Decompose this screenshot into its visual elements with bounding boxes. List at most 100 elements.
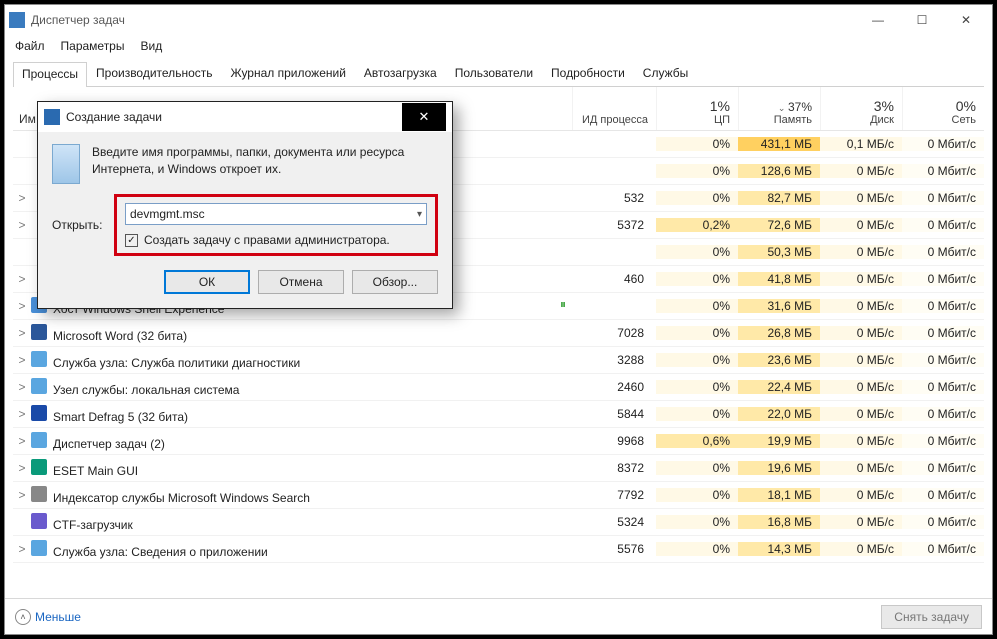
cell-disk: 0 МБ/с	[820, 326, 902, 340]
table-row[interactable]: >Microsoft Word (32 бита)70280%26,8 МБ0 …	[13, 320, 984, 347]
open-combobox[interactable]: devmgmt.msc ▾	[125, 203, 427, 225]
cell-pid: 5576	[572, 542, 656, 556]
tab-users[interactable]: Пользователи	[446, 61, 542, 86]
cell-memory: 18,1 МБ	[738, 488, 820, 502]
cell-disk: 0 МБ/с	[820, 299, 902, 313]
expand-toggle[interactable]: >	[13, 380, 31, 394]
expand-toggle[interactable]: >	[13, 326, 31, 340]
maximize-button[interactable]: ☐	[900, 6, 944, 34]
cell-network: 0 Мбит/с	[902, 191, 984, 205]
expand-toggle[interactable]: >	[13, 488, 31, 502]
menu-file[interactable]: Файл	[9, 37, 51, 55]
cell-cpu: 0%	[656, 542, 738, 556]
expand-toggle[interactable]: >	[13, 191, 31, 205]
col-memory[interactable]: ⌄ 37%Память	[738, 87, 820, 130]
cell-cpu: 0%	[656, 488, 738, 502]
cell-network: 0 Мбит/с	[902, 272, 984, 286]
cell-memory: 431,1 МБ	[738, 137, 820, 151]
menu-params[interactable]: Параметры	[55, 37, 131, 55]
col-pid[interactable]: ИД процесса	[572, 87, 656, 130]
expand-toggle[interactable]: >	[13, 461, 31, 475]
tab-processes[interactable]: Процессы	[13, 62, 87, 87]
title-bar[interactable]: Диспетчер задач — ☐ ✕	[5, 5, 992, 35]
cell-cpu: 0,6%	[656, 434, 738, 448]
minimize-button[interactable]: —	[856, 6, 900, 34]
chevron-down-icon[interactable]: ▾	[417, 209, 422, 220]
cell-cpu: 0%	[656, 326, 738, 340]
dialog-title-bar[interactable]: Создание задачи ✕	[38, 102, 452, 132]
cell-memory: 23,6 МБ	[738, 353, 820, 367]
close-button[interactable]: ✕	[944, 6, 988, 34]
task-manager-window: Диспетчер задач — ☐ ✕ Файл Параметры Вид…	[4, 4, 993, 635]
cell-disk: 0 МБ/с	[820, 542, 902, 556]
cell-disk: 0,1 МБ/с	[820, 137, 902, 151]
cell-memory: 82,7 МБ	[738, 191, 820, 205]
expand-toggle[interactable]: >	[13, 542, 31, 556]
cell-network: 0 Мбит/с	[902, 353, 984, 367]
ok-button[interactable]: ОК	[164, 270, 250, 294]
cell-cpu: 0%	[656, 245, 738, 259]
expand-toggle[interactable]: >	[13, 407, 31, 421]
col-disk[interactable]: 3%Диск	[820, 87, 902, 130]
cell-pid: 5844	[572, 407, 656, 421]
process-name: Узел службы: локальная система	[31, 378, 572, 397]
process-name: Smart Defrag 5 (32 бита)	[31, 405, 572, 424]
cell-network: 0 Мбит/с	[902, 218, 984, 232]
cell-disk: 0 МБ/с	[820, 434, 902, 448]
process-icon	[31, 459, 47, 475]
table-row[interactable]: >ESET Main GUI83720%19,6 МБ0 МБ/с0 Мбит/…	[13, 455, 984, 482]
cell-cpu: 0,2%	[656, 218, 738, 232]
cell-cpu: 0%	[656, 299, 738, 313]
tab-app-history[interactable]: Журнал приложений	[222, 61, 355, 86]
expand-toggle[interactable]: >	[13, 272, 31, 286]
cell-disk: 0 МБ/с	[820, 164, 902, 178]
window-title: Диспетчер задач	[31, 13, 856, 27]
table-row[interactable]: >Smart Defrag 5 (32 бита)58440%22,0 МБ0 …	[13, 401, 984, 428]
process-icon	[31, 324, 47, 340]
expand-toggle[interactable]: >	[13, 353, 31, 367]
cancel-button[interactable]: Отмена	[258, 270, 344, 294]
col-network[interactable]: 0%Сеть	[902, 87, 984, 130]
admin-checkbox[interactable]: ✓	[125, 234, 138, 247]
browse-button[interactable]: Обзор...	[352, 270, 438, 294]
footer-bar: ˄ Меньше Снять задачу	[5, 598, 992, 634]
dialog-close-button[interactable]: ✕	[402, 103, 446, 131]
chevron-up-icon: ˄	[15, 609, 31, 625]
cell-pid: 460	[572, 272, 656, 286]
tab-services[interactable]: Службы	[634, 61, 697, 86]
cell-disk: 0 МБ/с	[820, 191, 902, 205]
cell-memory: 22,0 МБ	[738, 407, 820, 421]
cell-network: 0 Мбит/с	[902, 488, 984, 502]
expand-toggle[interactable]: >	[13, 434, 31, 448]
expand-toggle[interactable]: >	[13, 218, 31, 232]
cell-memory: 72,6 МБ	[738, 218, 820, 232]
process-name: Индексатор службы Microsoft Windows Sear…	[31, 486, 572, 505]
fewer-details-link[interactable]: ˄ Меньше	[15, 609, 81, 625]
cell-network: 0 Мбит/с	[902, 515, 984, 529]
table-row[interactable]: >Диспетчер задач (2)99680,6%19,9 МБ0 МБ/…	[13, 428, 984, 455]
cell-cpu: 0%	[656, 164, 738, 178]
table-row[interactable]: >Служба узла: Сведения о приложении55760…	[13, 536, 984, 563]
tab-startup[interactable]: Автозагрузка	[355, 61, 446, 86]
end-task-button[interactable]: Снять задачу	[881, 605, 982, 629]
expand-toggle[interactable]: >	[13, 299, 31, 313]
table-row[interactable]: >Служба узла: Служба политики диагностик…	[13, 347, 984, 374]
table-row[interactable]: >Индексатор службы Microsoft Windows Sea…	[13, 482, 984, 509]
tab-performance[interactable]: Производительность	[87, 61, 221, 86]
cell-network: 0 Мбит/с	[902, 137, 984, 151]
table-row[interactable]: CTF-загрузчик53240%16,8 МБ0 МБ/с0 Мбит/с	[13, 509, 984, 536]
process-name: Microsoft Word (32 бита)	[31, 324, 572, 343]
cell-disk: 0 МБ/с	[820, 380, 902, 394]
process-name: Служба узла: Сведения о приложении	[31, 540, 572, 559]
tab-details[interactable]: Подробности	[542, 61, 634, 86]
table-row[interactable]: >Узел службы: локальная система24600%22,…	[13, 374, 984, 401]
cell-disk: 0 МБ/с	[820, 218, 902, 232]
admin-checkbox-label: Создать задачу с правами администратора.	[144, 233, 390, 247]
cell-network: 0 Мбит/с	[902, 299, 984, 313]
cell-memory: 16,8 МБ	[738, 515, 820, 529]
col-cpu[interactable]: 1%ЦП	[656, 87, 738, 130]
cell-memory: 128,6 МБ	[738, 164, 820, 178]
cell-cpu: 0%	[656, 272, 738, 286]
menu-view[interactable]: Вид	[134, 37, 168, 55]
cell-disk: 0 МБ/с	[820, 245, 902, 259]
